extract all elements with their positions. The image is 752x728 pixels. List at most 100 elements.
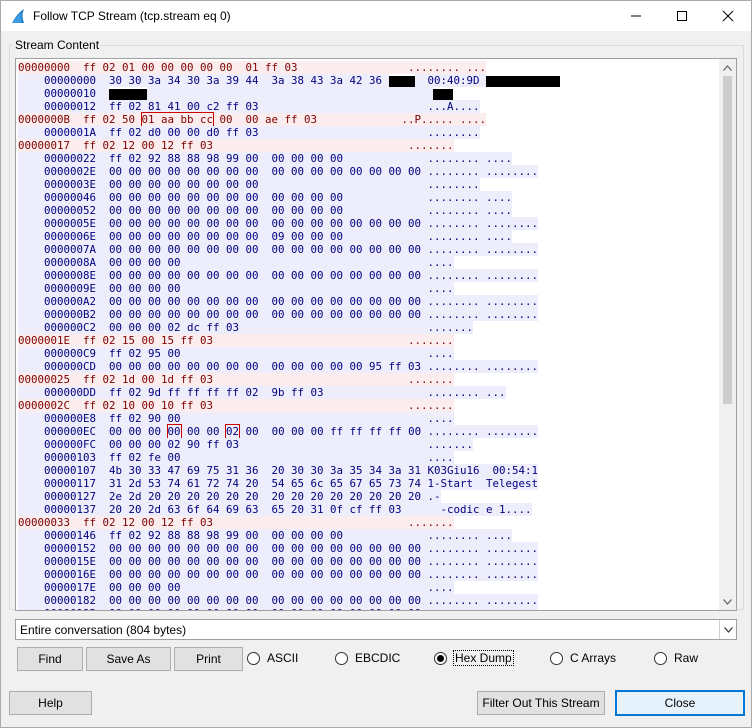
server-hex-line[interactable]: 0000017E 00 00 00 00 .... — [18, 581, 719, 594]
server-hex-line[interactable]: 00000182 00 00 00 00 00 00 00 00 00 00 0… — [18, 594, 719, 607]
hex-line-text: 00000117 31 2d 53 74 61 72 74 20 54 65 6… — [18, 477, 539, 490]
server-hex-line[interactable]: 00000146 ff 02 92 88 88 98 99 00 00 00 0… — [18, 529, 719, 542]
server-hex-line[interactable]: 000000B2 00 00 00 00 00 00 00 00 00 00 0… — [18, 308, 719, 321]
server-hex-line[interactable]: 0000006E 00 00 00 00 00 00 00 00 09 00 0… — [18, 230, 719, 243]
client-hex-line[interactable]: 0000000B ff 02 50 01 aa bb cc 00 00 ae f… — [18, 112, 719, 127]
server-hex-line[interactable]: 0000009E 00 00 00 00 .... — [18, 282, 719, 295]
close-button-label: Close — [664, 696, 696, 710]
server-hex-line[interactable]: 00000022 ff 02 92 88 88 98 99 00 00 00 0… — [18, 152, 719, 165]
hex-line-text: 0000008E 00 00 00 00 00 00 00 00 00 00 0… — [18, 269, 539, 282]
close-button[interactable]: Close — [615, 690, 745, 716]
server-hex-line[interactable]: 00000192 00 00 00 00 00 00 00 00 00 00 0… — [18, 607, 719, 610]
highlighted-bytes: 01 aa bb cc — [140, 112, 215, 127]
format-ascii-label: ASCII — [267, 651, 299, 665]
save-as-button[interactable]: Save As — [86, 647, 171, 671]
server-hex-line[interactable]: 00000046 00 00 00 00 00 00 00 00 00 00 0… — [18, 191, 719, 204]
wireshark-fin-icon — [12, 9, 24, 23]
scroll-down-arrow[interactable] — [719, 593, 736, 610]
print-button[interactable]: Print — [174, 647, 243, 671]
client-hex-line[interactable]: 0000001E ff 02 15 00 15 ff 03 ....... — [18, 334, 719, 347]
window-title: Follow TCP Stream (tcp.stream eq 0) — [33, 9, 231, 23]
server-hex-line[interactable]: 00000117 31 2d 53 74 61 72 74 20 54 65 6… — [18, 477, 719, 490]
help-button[interactable]: Help — [9, 691, 92, 715]
server-hex-line[interactable]: 00000000 30 30 3a 34 30 3a 39 44 3a 38 4… — [18, 74, 719, 87]
format-ascii-radio[interactable]: ASCII — [247, 651, 298, 665]
conversation-select[interactable]: Entire conversation (804 bytes) — [15, 619, 737, 640]
hex-line-text: 00000022 ff 02 92 88 88 98 99 00 00 00 0… — [18, 152, 513, 165]
server-hex-line[interactable]: 00000127 2e 2d 20 20 20 20 20 20 20 20 2… — [18, 490, 719, 503]
filter-out-stream-button[interactable]: Filter Out This Stream — [477, 691, 605, 715]
server-hex-line[interactable]: 00000010 — [18, 87, 719, 100]
server-hex-line[interactable]: 0000002E 00 00 00 00 00 00 00 00 00 00 0… — [18, 165, 719, 178]
server-hex-line[interactable]: 0000001A ff 02 d0 00 00 d0 ff 03 .......… — [18, 126, 719, 139]
title-bar[interactable]: Follow TCP Stream (tcp.stream eq 0) — [1, 1, 751, 31]
radio-dot — [335, 651, 348, 665]
client-hex-line[interactable]: 00000000 ff 02 01 00 00 00 00 00 01 ff 0… — [18, 61, 719, 74]
hex-line-text: 00000152 00 00 00 00 00 00 00 00 00 00 0… — [18, 542, 539, 555]
chevron-down-icon — [723, 626, 733, 633]
server-hex-line[interactable]: 00000152 00 00 00 00 00 00 00 00 00 00 0… — [18, 542, 719, 555]
format-raw-radio[interactable]: Raw — [654, 651, 698, 665]
scrollbar-thumb[interactable] — [723, 76, 732, 404]
hex-line-tail — [147, 87, 434, 100]
format-ebcdic-radio[interactable]: EBCDIC — [335, 651, 400, 665]
format-carrays-radio[interactable]: C Arrays — [550, 651, 616, 665]
maximize-icon — [677, 11, 687, 21]
hex-line-text: 000000DD ff 02 9d ff ff ff ff 02 9b ff 0… — [18, 386, 506, 399]
hex-line-text: 00000000 30 30 3a 34 30 3a 39 44 3a 38 4… — [18, 74, 389, 87]
client-hex-line[interactable]: 00000033 ff 02 12 00 12 ff 03 ....... — [18, 516, 719, 529]
find-button[interactable]: Find — [17, 647, 83, 671]
vertical-scrollbar[interactable] — [719, 59, 736, 610]
server-hex-line[interactable]: 0000003E 00 00 00 00 00 00 00 00 .......… — [18, 178, 719, 191]
client-hex-line[interactable]: 00000017 ff 02 12 00 12 ff 03 ....... — [18, 139, 719, 152]
server-hex-line[interactable]: 0000005E 00 00 00 00 00 00 00 00 00 00 0… — [18, 217, 719, 230]
scroll-up-arrow[interactable] — [719, 59, 736, 76]
hex-line-text: 0000002C ff 02 10 00 10 ff 03 ....... — [18, 399, 454, 412]
server-hex-line[interactable]: 0000008A 00 00 00 00 .... — [18, 256, 719, 269]
hex-line-text: 0000009E 00 00 00 00 .... — [18, 282, 454, 295]
client-hex-line[interactable]: 00000025 ff 02 1d 00 1d ff 03 ....... — [18, 373, 719, 386]
radio-dot-selected — [434, 651, 447, 665]
redaction-block — [388, 75, 415, 87]
hex-line-text: 000000EC 00 00 00 00 00 00 02 00 00 00 0… — [18, 424, 539, 439]
maximize-button[interactable] — [659, 1, 705, 31]
server-hex-line[interactable]: 0000015E 00 00 00 00 00 00 00 00 00 00 0… — [18, 555, 719, 568]
print-button-label: Print — [196, 652, 221, 666]
hex-line-text: 000000FC 00 00 00 02 90 ff 03 ....... — [18, 438, 474, 451]
server-hex-line[interactable]: 000000C2 00 00 00 02 dc ff 03 ....... — [18, 321, 719, 334]
hex-line-text: 00000182 00 00 00 00 00 00 00 00 00 00 0… — [18, 594, 539, 607]
server-hex-line[interactable]: 000000A2 00 00 00 00 00 00 00 00 00 00 0… — [18, 295, 719, 308]
server-hex-line[interactable]: 0000016E 00 00 00 00 00 00 00 00 00 00 0… — [18, 568, 719, 581]
server-hex-line[interactable]: 00000052 00 00 00 00 00 00 00 00 00 00 0… — [18, 204, 719, 217]
server-hex-line[interactable]: 000000E8 ff 02 90 00 .... — [18, 412, 719, 425]
hex-line-text: 000000C2 00 00 00 02 dc ff 03 ....... — [18, 321, 474, 334]
server-hex-line[interactable]: 000000C9 ff 02 95 00 .... — [18, 347, 719, 360]
hex-line-text: 0000017E 00 00 00 00 .... — [18, 581, 454, 594]
server-hex-line[interactable]: 000000EC 00 00 00 00 00 00 02 00 00 00 0… — [18, 424, 719, 439]
stream-text-area[interactable]: 00000000 ff 02 01 00 00 00 00 00 01 ff 0… — [15, 58, 737, 611]
format-hexdump-radio[interactable]: Hex Dump — [434, 650, 514, 666]
hex-line-text: 000000B2 00 00 00 00 00 00 00 00 00 00 0… — [18, 308, 539, 321]
server-hex-line[interactable]: 000000DD ff 02 9d ff ff ff ff 02 9b ff 0… — [18, 386, 719, 399]
close-window-button[interactable] — [705, 1, 751, 31]
hex-line-tail: 00:40:9D — [414, 74, 487, 87]
help-button-label: Help — [38, 696, 63, 710]
server-hex-line[interactable]: 000000FC 00 00 00 02 90 ff 03 ....... — [18, 438, 719, 451]
redaction-block — [433, 88, 454, 100]
save-as-button-label: Save As — [106, 652, 151, 666]
server-hex-line[interactable]: 000000CD 00 00 00 00 00 00 00 00 00 00 0… — [18, 360, 719, 373]
server-hex-line[interactable]: 0000007A 00 00 00 00 00 00 00 00 00 00 0… — [18, 243, 719, 256]
server-hex-line[interactable]: 00000103 ff 02 fe 00 .... — [18, 451, 719, 464]
hex-line-text: 00000017 ff 02 12 00 12 ff 03 ....... — [18, 139, 454, 152]
server-hex-line[interactable]: 00000012 ff 02 81 41 00 c2 ff 03 ...A...… — [18, 100, 719, 113]
server-hex-line[interactable]: 0000008E 00 00 00 00 00 00 00 00 00 00 0… — [18, 269, 719, 282]
server-hex-line[interactable]: 00000107 4b 30 33 47 69 75 31 36 20 30 3… — [18, 464, 719, 477]
minimize-button[interactable] — [613, 1, 659, 31]
server-hex-line[interactable]: 00000137 20 20 2d 63 6f 64 69 63 65 20 3… — [18, 503, 719, 516]
conversation-dropdown-button[interactable] — [719, 620, 736, 639]
client-hex-line[interactable]: 0000002C ff 02 10 00 10 ff 03 ....... — [18, 399, 719, 412]
highlighted-byte: 00 — [166, 424, 182, 439]
hex-dump-lines[interactable]: 00000000 ff 02 01 00 00 00 00 00 01 ff 0… — [18, 61, 719, 610]
hex-line-text: 0000015E 00 00 00 00 00 00 00 00 00 00 0… — [18, 555, 539, 568]
hex-line-text: 00000046 00 00 00 00 00 00 00 00 00 00 0… — [18, 191, 513, 204]
